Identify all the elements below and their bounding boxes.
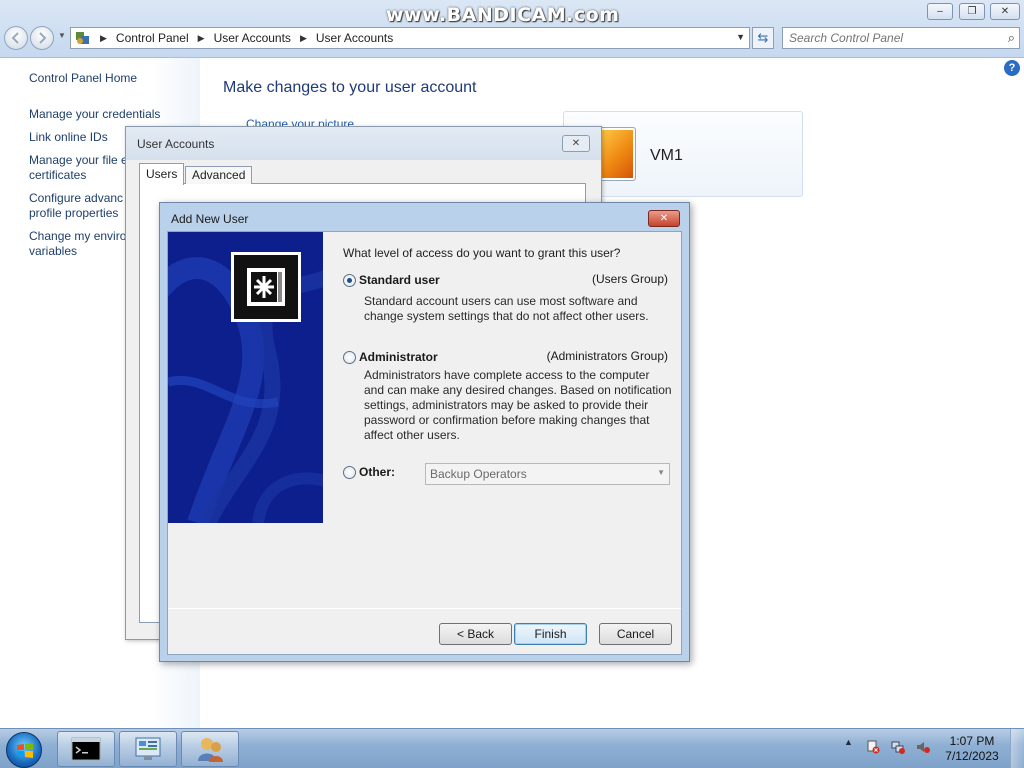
dialog-close-button[interactable]: ✕ <box>648 210 680 227</box>
clock-time: 1:07 PM <box>949 734 995 748</box>
close-window-button[interactable]: ✕ <box>990 3 1020 20</box>
standard-user-description-line: change system settings that do not affec… <box>364 309 649 323</box>
tab-users[interactable]: Users <box>139 163 185 185</box>
start-button[interactable] <box>6 732 42 768</box>
user-accounts-icon <box>198 738 223 762</box>
taskbar-user-accounts[interactable] <box>181 731 239 767</box>
manage-file-encryption-link[interactable]: Manage your file e <box>29 153 128 168</box>
other-radio[interactable] <box>343 466 356 479</box>
search-box[interactable]: ⌕ <box>782 27 1020 49</box>
back-button[interactable]: < Back <box>439 623 512 645</box>
administrator-label[interactable]: Administrator <box>359 350 438 364</box>
manage-file-encryption-link-line2[interactable]: certificates <box>29 168 86 183</box>
breadcrumb-separator[interactable]: ▶ <box>198 33 205 44</box>
restore-icon: ❐ <box>967 6 977 17</box>
dialog-close-button[interactable]: ✕ <box>562 135 590 152</box>
refresh-icon: ⇆ <box>757 30 769 45</box>
environment-variables-link[interactable]: Change my enviro <box>29 229 126 244</box>
dialog-title: User Accounts <box>137 137 215 151</box>
administrator-description-line: settings, administrators may be asked to… <box>364 398 649 412</box>
recording-watermark: www.BANDICAM.com <box>386 4 620 26</box>
forward-button[interactable] <box>30 26 54 50</box>
standard-user-description-line: Standard account users can use most soft… <box>364 294 638 308</box>
show-hidden-icons-arrow[interactable]: ▲ <box>844 737 853 747</box>
account-name: VM1 <box>650 147 683 164</box>
control-panel-icon <box>76 32 89 44</box>
button-separator <box>168 608 681 609</box>
back-arrow-icon <box>11 32 19 44</box>
administrators-group-label: (Administrators Group) <box>546 349 668 363</box>
administrator-description-line: Administrators have complete access to t… <box>364 368 650 382</box>
help-icon[interactable]: ? <box>1004 60 1020 76</box>
page-title: Make changes to your user account <box>223 79 477 96</box>
close-icon: ✕ <box>1000 6 1010 17</box>
maximize-button[interactable]: ❐ <box>959 3 985 20</box>
finish-button[interactable]: Finish <box>514 623 587 645</box>
breadcrumb-separator[interactable]: ▶ <box>300 33 307 44</box>
users-group-label: (Users Group) <box>591 272 668 286</box>
recent-pages-dropdown[interactable]: ▼ <box>58 31 66 40</box>
configure-profile-link[interactable]: Configure advanc <box>29 191 123 206</box>
control-panel-home-link[interactable]: Control Panel Home <box>29 71 137 86</box>
close-icon: ✕ <box>659 213 669 224</box>
forward-arrow-icon <box>39 32 47 44</box>
control-panel-icon <box>135 737 161 760</box>
administrator-description-line: password or confirmation before making c… <box>364 413 650 427</box>
address-dropdown[interactable]: ▼ <box>736 32 745 42</box>
standard-user-label[interactable]: Standard user <box>359 273 440 287</box>
minimize-button[interactable]: – <box>927 3 953 20</box>
configure-profile-link-line2[interactable]: profile properties <box>29 206 118 221</box>
administrator-description-line: affect other users. <box>364 428 460 442</box>
clock-date: 7/12/2023 <box>945 749 999 763</box>
address-bar[interactable]: ▶ Control Panel ▶ User Accounts ▶ User A… <box>70 27 750 49</box>
close-icon: ✕ <box>571 138 581 149</box>
minimize-icon: – <box>937 6 943 17</box>
wizard-banner-image <box>168 232 323 523</box>
other-group-select: Backup Operators ▼ <box>425 463 670 485</box>
back-button[interactable] <box>4 26 28 50</box>
command-prompt-icon <box>71 737 101 761</box>
search-icon[interactable]: ⌕ <box>1008 30 1015 46</box>
chevron-down-icon: ▼ <box>657 468 665 477</box>
action-center-icon[interactable] <box>866 740 880 754</box>
show-desktop-button[interactable] <box>1010 729 1024 768</box>
network-icon[interactable] <box>891 740 905 754</box>
manage-credentials-link[interactable]: Manage your credentials <box>29 107 160 122</box>
standard-user-radio[interactable] <box>343 274 356 287</box>
tab-advanced[interactable]: Advanced <box>185 166 253 184</box>
breadcrumb-control-panel[interactable]: Control Panel <box>116 31 189 45</box>
taskbar-control-panel[interactable] <box>119 731 177 767</box>
windows-start-icon <box>17 743 33 758</box>
other-group-select-value: Backup Operators <box>430 467 527 481</box>
volume-muted-icon[interactable] <box>916 740 930 754</box>
search-input[interactable] <box>783 28 993 48</box>
other-label[interactable]: Other: <box>359 465 395 479</box>
refresh-button[interactable]: ⇆ <box>752 27 774 49</box>
taskbar: ▲ 1:07 PM 7/12/2023 <box>0 728 1024 768</box>
dialog-title: Add New User <box>171 212 249 226</box>
user-key-icon <box>231 252 301 322</box>
explorer-toolbar: www.BANDICAM.com – ❐ ✕ ▼ ▶ Control Panel… <box>0 0 1024 58</box>
taskbar-command-prompt[interactable] <box>57 731 115 767</box>
administrator-radio[interactable] <box>343 351 356 364</box>
system-clock[interactable]: 1:07 PM 7/12/2023 <box>940 734 1004 764</box>
breadcrumb-separator: ▶ <box>100 32 107 43</box>
environment-variables-link-line2[interactable]: variables <box>29 244 77 259</box>
add-new-user-dialog: Add New User ✕ What level of access do y… <box>159 202 690 662</box>
link-online-ids-link[interactable]: Link online IDs <box>29 130 108 145</box>
breadcrumb-user-accounts-current[interactable]: User Accounts <box>316 31 393 45</box>
access-level-question: What level of access do you want to gran… <box>343 246 621 260</box>
administrator-description-line: and can make any desired changes. Based … <box>364 383 672 397</box>
breadcrumb-user-accounts[interactable]: User Accounts <box>214 31 291 45</box>
wizard-body: What level of access do you want to gran… <box>167 231 682 655</box>
cancel-button[interactable]: Cancel <box>599 623 672 645</box>
